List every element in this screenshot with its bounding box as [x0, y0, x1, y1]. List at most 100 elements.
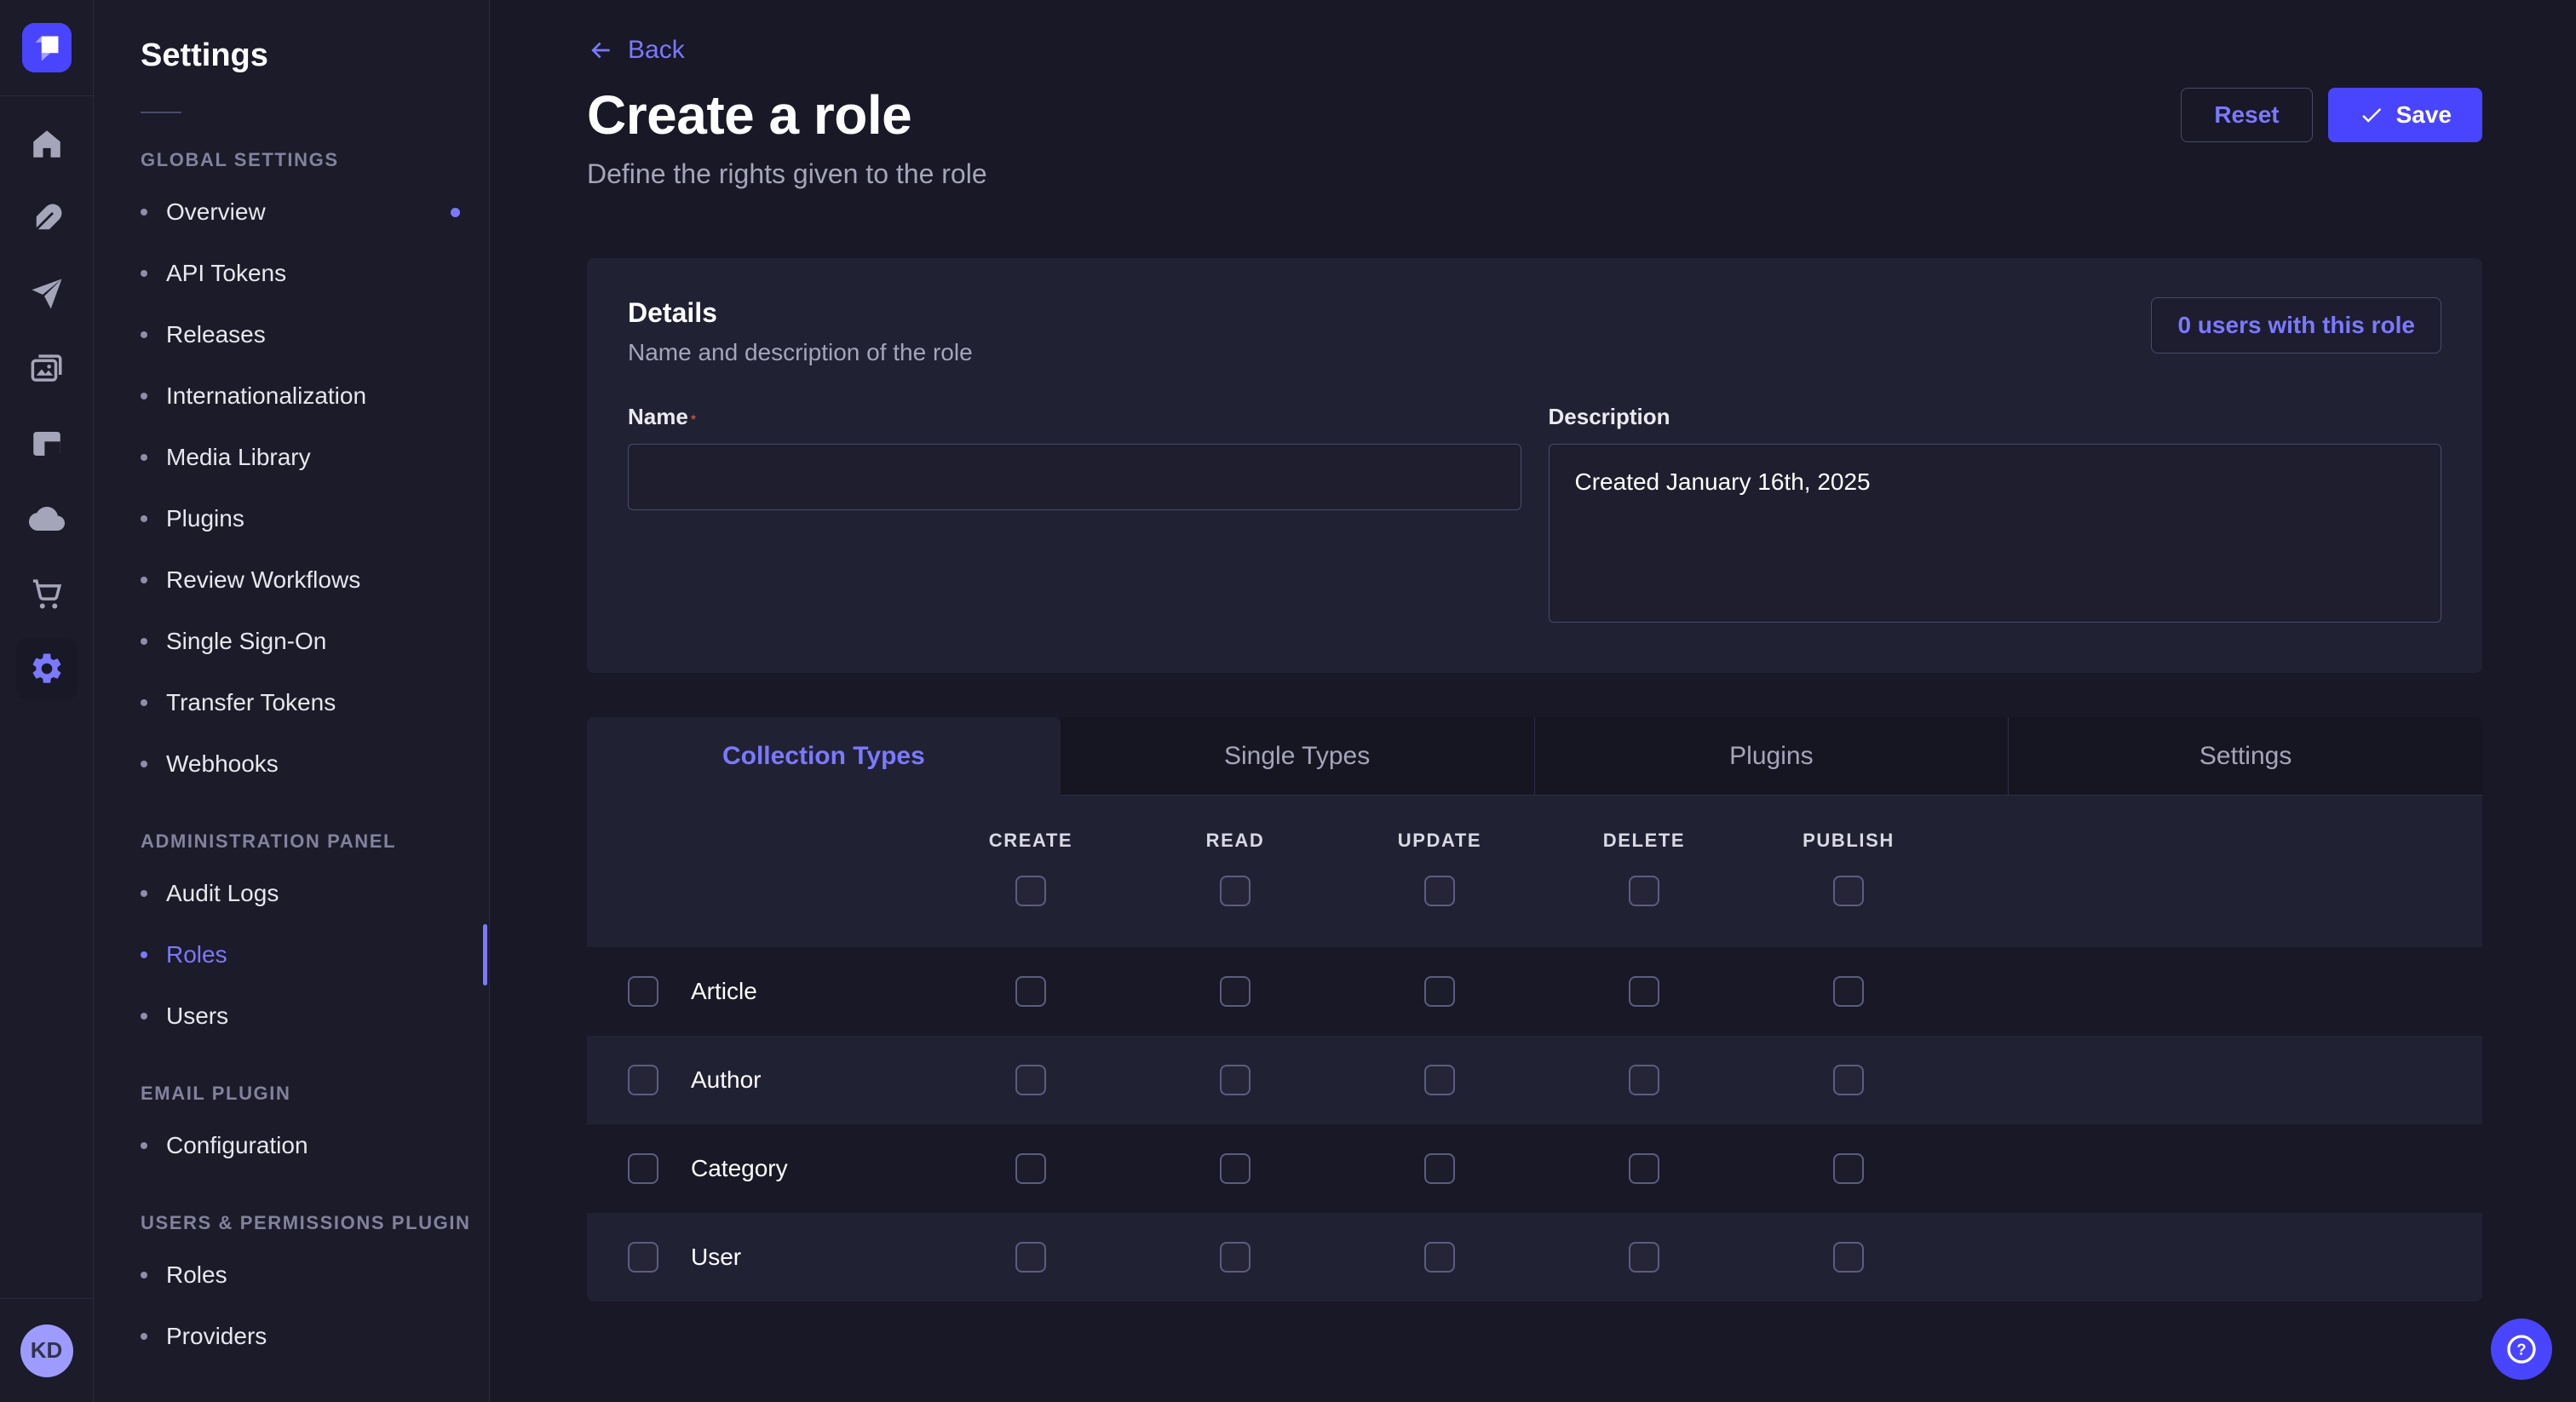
- sidebar-item-plugins[interactable]: Plugins: [141, 488, 489, 549]
- permission-checkbox-author-publish[interactable]: [1833, 1065, 1864, 1095]
- permission-checkbox-article-delete[interactable]: [1629, 976, 1659, 1007]
- permission-checkbox-article-read[interactable]: [1220, 976, 1251, 1007]
- sidebar-item-roles[interactable]: Roles: [141, 1244, 489, 1306]
- sidebar-item-label: API Tokens: [166, 260, 286, 287]
- cloud-icon[interactable]: [16, 488, 78, 549]
- permission-cell: [1133, 1242, 1337, 1273]
- permission-cell: [1337, 1065, 1542, 1095]
- select-all-checkbox-read[interactable]: [1220, 876, 1251, 906]
- images-icon[interactable]: [16, 338, 78, 399]
- sidebar-item-transfer-tokens[interactable]: Transfer Tokens: [141, 672, 489, 733]
- permission-checkbox-author-delete[interactable]: [1629, 1065, 1659, 1095]
- permission-checkbox-author-update[interactable]: [1424, 1065, 1455, 1095]
- tab-settings[interactable]: Settings: [2008, 717, 2482, 796]
- sidebar-item-internationalization[interactable]: Internationalization: [141, 365, 489, 427]
- avatar[interactable]: KD: [20, 1324, 73, 1377]
- sidebar-item-overview[interactable]: Overview: [141, 181, 489, 243]
- feather-icon[interactable]: [16, 188, 78, 250]
- row-select-checkbox-category[interactable]: [628, 1153, 658, 1184]
- nav-section-label-administration-panel: ADMINISTRATION PANEL: [141, 830, 489, 853]
- permission-checkbox-user-publish[interactable]: [1833, 1242, 1864, 1273]
- sidebar-item-configuration[interactable]: Configuration: [141, 1115, 489, 1176]
- column-header-delete: DELETE: [1542, 830, 1746, 906]
- row-label-cell: Author: [587, 1065, 929, 1095]
- tab-single-types[interactable]: Single Types: [1061, 717, 1534, 796]
- tab-collection-types[interactable]: Collection Types: [587, 717, 1061, 796]
- sidebar-item-webhooks[interactable]: Webhooks: [141, 733, 489, 795]
- select-all-checkbox-update[interactable]: [1424, 876, 1455, 906]
- permission-checkbox-article-update[interactable]: [1424, 976, 1455, 1007]
- sidebar-item-label: Transfer Tokens: [166, 689, 336, 716]
- save-button[interactable]: Save: [2328, 88, 2482, 142]
- permission-cell: [1337, 1242, 1542, 1273]
- sidebar-item-label: Internationalization: [166, 382, 366, 410]
- sidebar-item-api-tokens[interactable]: API Tokens: [141, 243, 489, 304]
- strapi-logo-icon[interactable]: [22, 23, 72, 72]
- details-title: Details: [628, 297, 973, 329]
- tab-plugins[interactable]: Plugins: [1534, 717, 2009, 796]
- users-with-role-button[interactable]: 0 users with this role: [2151, 297, 2441, 353]
- arrow-left-icon: [587, 37, 614, 64]
- home-icon[interactable]: [16, 113, 78, 175]
- sidebar-item-single-sign-on[interactable]: Single Sign-On: [141, 611, 489, 672]
- permission-checkbox-category-read[interactable]: [1220, 1153, 1251, 1184]
- bullet-icon: [141, 1013, 147, 1020]
- permission-checkbox-category-update[interactable]: [1424, 1153, 1455, 1184]
- permission-checkbox-user-delete[interactable]: [1629, 1242, 1659, 1273]
- permission-checkbox-user-create[interactable]: [1015, 1242, 1046, 1273]
- description-textarea[interactable]: Created January 16th, 2025: [1549, 444, 2442, 623]
- sidebar-item-roles[interactable]: Roles: [141, 924, 489, 985]
- select-all-checkbox-create[interactable]: [1015, 876, 1046, 906]
- reset-button[interactable]: Reset: [2181, 88, 2312, 142]
- permission-cell: [1133, 1065, 1337, 1095]
- row-select-checkbox-user[interactable]: [628, 1242, 658, 1273]
- sidebar-item-releases[interactable]: Releases: [141, 304, 489, 365]
- sidebar-item-media-library[interactable]: Media Library: [141, 427, 489, 488]
- permission-checkbox-category-publish[interactable]: [1833, 1153, 1864, 1184]
- gear-icon[interactable]: [16, 638, 78, 699]
- logo-box: [0, 0, 93, 96]
- save-label: Save: [2396, 101, 2452, 129]
- sidebar-item-audit-logs[interactable]: Audit Logs: [141, 863, 489, 924]
- permission-checkbox-category-create[interactable]: [1015, 1153, 1046, 1184]
- column-header-publish: PUBLISH: [1746, 830, 1951, 906]
- permission-cell: [1746, 976, 1951, 1007]
- permission-cell: [1542, 1065, 1746, 1095]
- permission-checkbox-user-read[interactable]: [1220, 1242, 1251, 1273]
- permission-cell: [929, 1242, 1133, 1273]
- permission-checkbox-article-publish[interactable]: [1833, 976, 1864, 1007]
- permission-checkbox-author-create[interactable]: [1015, 1065, 1046, 1095]
- back-link[interactable]: Back: [587, 36, 685, 65]
- sidebar-item-label: Media Library: [166, 444, 311, 471]
- permissions-rows: ArticleAuthorCategoryUser: [587, 947, 2482, 1301]
- help-button[interactable]: ?: [2491, 1319, 2552, 1380]
- row-select-checkbox-author[interactable]: [628, 1065, 658, 1095]
- cart-icon[interactable]: [16, 563, 78, 624]
- select-all-checkbox-delete[interactable]: [1629, 876, 1659, 906]
- column-header-update: UPDATE: [1337, 830, 1542, 906]
- row-label-cell: Article: [587, 976, 929, 1007]
- permission-checkbox-user-update[interactable]: [1424, 1242, 1455, 1273]
- sidebar-item-label: Audit Logs: [166, 880, 279, 907]
- bullet-icon: [141, 761, 147, 767]
- row-select-checkbox-article[interactable]: [628, 976, 658, 1007]
- description-label: Description: [1549, 404, 1670, 429]
- sidebar-item-users[interactable]: Users: [141, 985, 489, 1047]
- layout-icon[interactable]: [16, 413, 78, 474]
- sidebar-item-review-workflows[interactable]: Review Workflows: [141, 549, 489, 611]
- details-subtitle: Name and description of the role: [628, 339, 973, 366]
- paper-plane-icon[interactable]: [16, 263, 78, 325]
- bullet-icon: [141, 454, 147, 461]
- row-label-cell: User: [587, 1242, 929, 1273]
- select-all-checkbox-publish[interactable]: [1833, 876, 1864, 906]
- name-input[interactable]: [628, 444, 1521, 510]
- sidebar-item-providers[interactable]: Providers: [141, 1306, 489, 1367]
- permission-checkbox-author-read[interactable]: [1220, 1065, 1251, 1095]
- permission-cell: [929, 1153, 1133, 1184]
- permission-checkbox-article-create[interactable]: [1015, 976, 1046, 1007]
- bullet-icon: [141, 515, 147, 522]
- permissions-panel: CREATEREADUPDATEDELETEPUBLISH ArticleAut…: [587, 796, 2482, 1301]
- permission-checkbox-category-delete[interactable]: [1629, 1153, 1659, 1184]
- question-mark-icon: ?: [2504, 1332, 2539, 1366]
- bullet-icon: [141, 638, 147, 645]
